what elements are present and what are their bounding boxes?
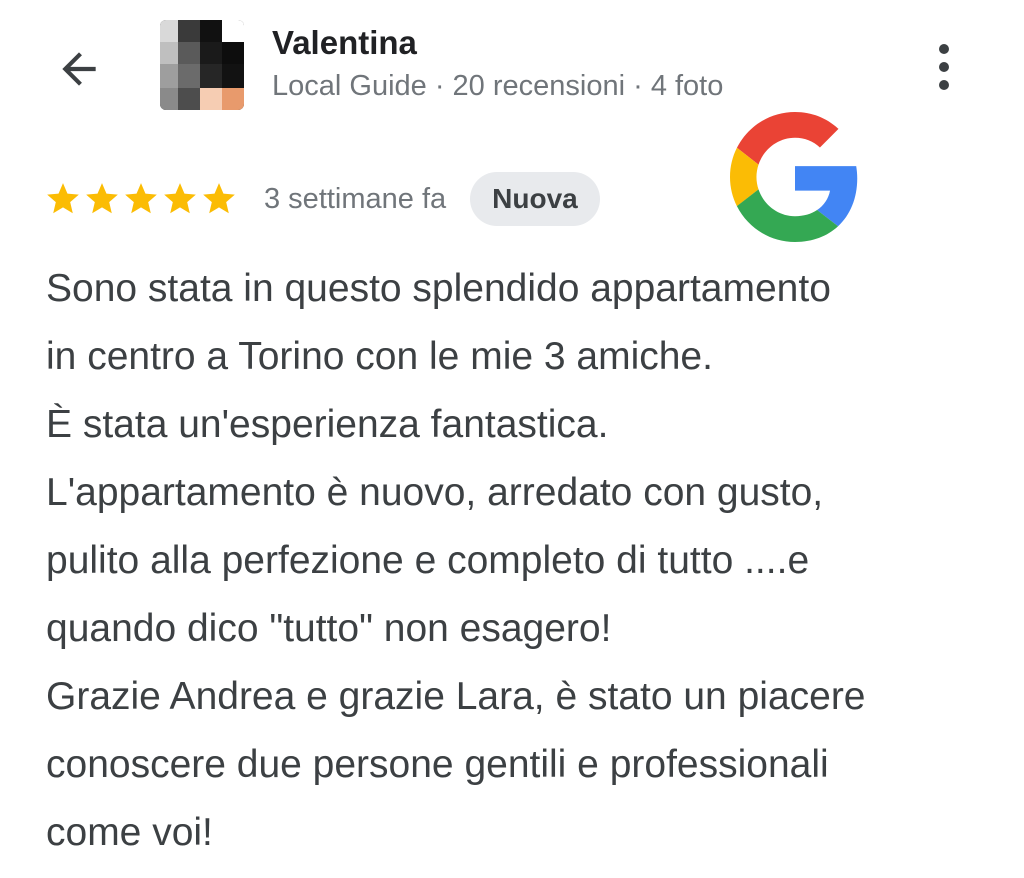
review-line: conoscere due persone gentili e professi… (46, 743, 829, 786)
more-vertical-icon-dot-2 (939, 62, 949, 72)
back-button[interactable] (50, 40, 108, 98)
star-icon (203, 183, 235, 214)
review-line: in centro a Torino con le mie 3 amiche. (46, 335, 713, 378)
review-line: pulito alla perfezione e completo di tut… (46, 539, 810, 582)
star-rating (44, 180, 238, 218)
review-line: È stata un'esperienza fantastica. (46, 403, 609, 446)
star-icon (125, 183, 157, 214)
avatar[interactable] (160, 20, 244, 110)
review-line: Grazie Andrea e grazie Lara, è stato un … (46, 675, 866, 718)
review-line: come voi! (46, 811, 213, 854)
review-line: Sono stata in questo splendido appartame… (46, 267, 831, 310)
star-icon (164, 183, 196, 214)
star-icon (86, 183, 118, 214)
more-options-button[interactable] (920, 36, 968, 98)
google-g-logo-icon (730, 112, 858, 242)
rating-row: 3 settimane fa Nuova (44, 172, 600, 226)
more-vertical-icon (939, 44, 949, 54)
more-vertical-icon-dot-3 (939, 80, 949, 90)
arrow-left-icon (62, 52, 96, 86)
review-line: L'appartamento è nuovo, arredato con gus… (46, 471, 824, 514)
author-meta: Local Guide · 20 recensioni · 4 foto (272, 70, 724, 102)
review-text: Sono stata in questo splendido appartame… (46, 255, 1006, 867)
new-badge: Nuova (470, 172, 600, 226)
star-icon (47, 183, 79, 214)
review-time: 3 settimane fa (264, 182, 447, 215)
author-name[interactable]: Valentina (272, 24, 417, 62)
avatar-pixelated-image (160, 20, 244, 110)
review-line: quando dico "tutto" non esagero! (46, 607, 612, 650)
